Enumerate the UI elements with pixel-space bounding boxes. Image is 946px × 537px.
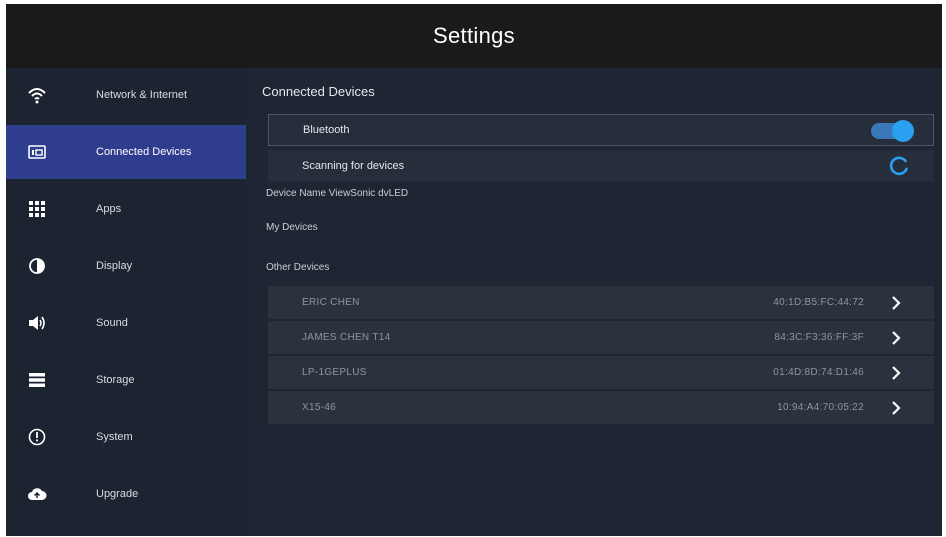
brightness-icon bbox=[26, 255, 48, 277]
toggle-knob bbox=[892, 120, 914, 142]
device-row[interactable]: LP-1GEPLUS 01:4D:8D:74:D1:46 bbox=[268, 356, 934, 390]
sidebar-item-label: Sound bbox=[96, 317, 128, 329]
device-name: X15-46 bbox=[302, 402, 337, 413]
sidebar-item-label: Upgrade bbox=[96, 488, 139, 500]
page-title: Settings bbox=[433, 23, 515, 48]
loading-spinner-icon bbox=[888, 155, 910, 177]
sidebar-item-label: Apps bbox=[96, 203, 122, 215]
sidebar-item-connected-devices[interactable]: Connected Devices bbox=[6, 125, 246, 179]
device-mac-address: 01:4D:8D:74:D1:46 bbox=[773, 367, 864, 378]
scanning-label: Scanning for devices bbox=[302, 160, 405, 172]
chevron-right-icon bbox=[888, 330, 904, 346]
scanning-row[interactable]: Scanning for devices bbox=[268, 150, 934, 182]
info-icon bbox=[26, 426, 48, 448]
sidebar-item-upgrade[interactable]: Upgrade bbox=[6, 467, 246, 521]
chevron-right-icon bbox=[888, 365, 904, 381]
bluetooth-row[interactable]: Bluetooth bbox=[268, 114, 934, 146]
devices-icon bbox=[26, 141, 48, 163]
device-mac-address: 84:3C:F3:36:FF:3F bbox=[774, 332, 864, 343]
sidebar-item-label: Storage bbox=[96, 374, 135, 386]
bluetooth-toggle[interactable] bbox=[871, 120, 914, 142]
section-title: Connected Devices bbox=[262, 84, 375, 99]
chevron-right-icon bbox=[888, 295, 904, 311]
wifi-icon bbox=[26, 84, 48, 106]
sidebar-item-apps[interactable]: Apps bbox=[6, 182, 246, 236]
bluetooth-label: Bluetooth bbox=[303, 124, 350, 136]
device-mac-address: 40:1D:B5:FC:44:72 bbox=[773, 297, 864, 308]
device-name: ERIC CHEN bbox=[302, 297, 360, 308]
speaker-icon bbox=[26, 312, 48, 334]
main-panel: Connected Devices Bluetooth Scanning for… bbox=[246, 68, 942, 536]
header-bar: Settings bbox=[6, 4, 942, 68]
chevron-right-icon bbox=[888, 400, 904, 416]
sidebar-item-system[interactable]: System bbox=[6, 410, 246, 464]
sidebar-item-label: System bbox=[96, 431, 133, 443]
storage-icon bbox=[26, 369, 48, 391]
device-mac-address: 10:94:A4:70:05:22 bbox=[777, 402, 864, 413]
apps-grid-icon bbox=[26, 198, 48, 220]
sidebar-item-network[interactable]: Network & Internet bbox=[6, 68, 246, 122]
device-row[interactable]: X15-46 10:94:A4:70:05:22 bbox=[268, 391, 934, 425]
sidebar-item-label: Connected Devices bbox=[96, 146, 192, 158]
settings-window: Settings Network & Internet Connected De… bbox=[6, 4, 942, 536]
sidebar-item-display[interactable]: Display bbox=[6, 239, 246, 293]
other-devices-heading: Other Devices bbox=[266, 262, 330, 273]
sidebar-item-label: Network & Internet bbox=[96, 89, 188, 101]
sidebar-item-sound[interactable]: Sound bbox=[6, 296, 246, 350]
device-row[interactable]: ERIC CHEN 40:1D:B5:FC:44:72 bbox=[268, 286, 934, 320]
sidebar-item-storage[interactable]: Storage bbox=[6, 353, 246, 407]
device-name: JAMES CHEN T14 bbox=[302, 332, 391, 343]
device-name-text: Device Name ViewSonic dvLED bbox=[266, 188, 409, 199]
device-row[interactable]: JAMES CHEN T14 84:3C:F3:36:FF:3F bbox=[268, 321, 934, 355]
device-name: LP-1GEPLUS bbox=[302, 367, 367, 378]
cloud-upload-icon bbox=[26, 483, 48, 505]
sidebar: Network & Internet Connected Devices App… bbox=[6, 68, 246, 536]
my-devices-heading: My Devices bbox=[266, 222, 318, 233]
sidebar-item-label: Display bbox=[96, 260, 133, 272]
